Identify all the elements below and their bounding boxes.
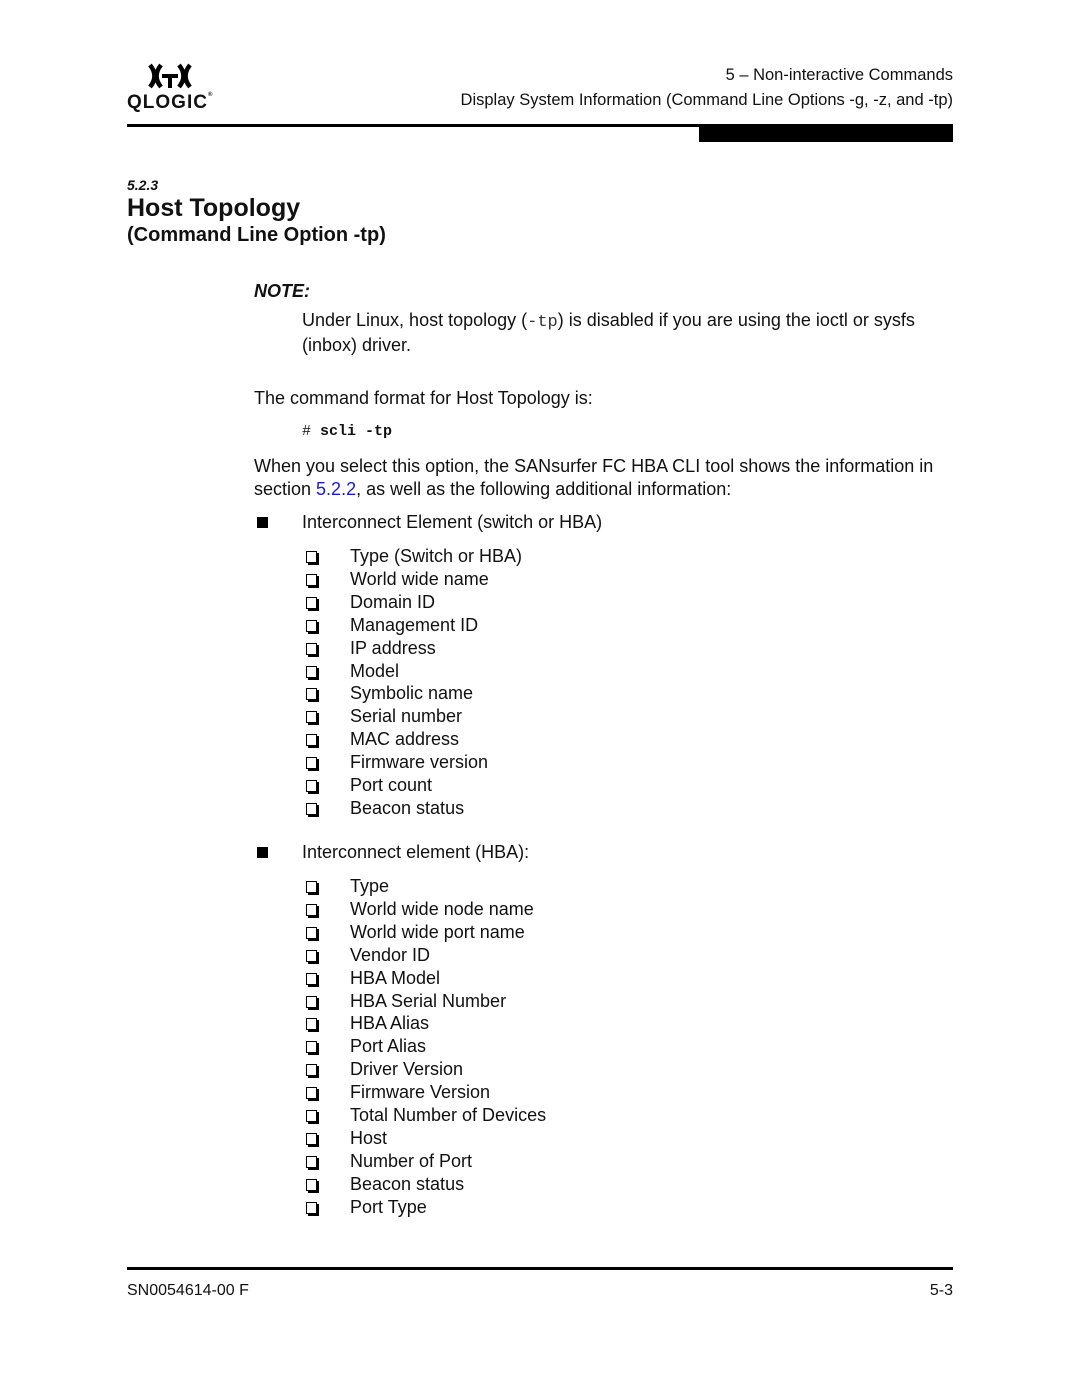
list-item-label: Port Alias xyxy=(350,1036,427,1057)
list-item-label: HBA Serial Number xyxy=(350,990,507,1011)
checkbox-bullet-icon xyxy=(306,642,317,655)
section-link[interactable]: 5.2.2 xyxy=(316,479,356,499)
checkbox-bullet-icon xyxy=(306,619,317,632)
checkbox-bullet-icon xyxy=(306,780,317,792)
checkbox-bullet-icon xyxy=(306,881,317,893)
command-prompt: # xyxy=(302,423,312,440)
list-item-label: Beacon status xyxy=(350,797,465,818)
list-item-label: Port Type xyxy=(350,1196,427,1217)
note-code: -tp xyxy=(527,313,558,332)
footer-page-number: 5-3 xyxy=(929,1282,953,1299)
footer-doc-id: SN0054614-00 F xyxy=(127,1282,249,1299)
checkbox-bullet-icon xyxy=(306,734,317,747)
qlogic-logo-text: QLOGIC® xyxy=(127,92,213,114)
list-heading-label: Interconnect Element (switch or HBA) xyxy=(302,512,603,532)
checkbox-bullet-icon xyxy=(306,1041,317,1054)
list-item-label: Number of Port xyxy=(350,1150,473,1171)
checkbox-bullet-icon xyxy=(306,1201,317,1214)
header-section: Display System Information (Command Line… xyxy=(460,91,953,109)
checkbox-bullet-icon xyxy=(306,1110,317,1122)
list-heading-label: Interconnect element (HBA): xyxy=(302,842,530,862)
checkbox-bullet-icon xyxy=(306,1155,317,1168)
checkbox-bullet-icon xyxy=(306,665,317,678)
checkbox-bullet-icon xyxy=(306,1132,317,1145)
list-item-label: Port count xyxy=(350,775,433,795)
note-text: Under Linux, host topology (-tp) is disa… xyxy=(302,309,942,357)
list-item-label: Type xyxy=(350,876,390,896)
list-item-label: World wide name xyxy=(350,568,489,589)
list-item-label: Driver Version xyxy=(350,1059,464,1080)
page-title: Host Topology xyxy=(127,194,301,222)
square-bullet-icon xyxy=(257,847,268,858)
checkbox-bullet-icon xyxy=(306,596,317,609)
checkbox-bullet-icon xyxy=(306,1087,317,1100)
list-item-label: World wide node name xyxy=(350,898,534,919)
list-item-label: Firmware Version xyxy=(350,1082,491,1103)
checkbox-bullet-icon xyxy=(306,802,317,815)
logo-wordmark: QLOGIC xyxy=(127,92,208,113)
checkbox-bullet-icon xyxy=(306,573,317,586)
page-subtitle: (Command Line Option -tp) xyxy=(127,224,386,246)
list-item-label: Type (Switch or HBA) xyxy=(350,546,523,566)
checkbox-bullet-icon xyxy=(306,1064,317,1077)
qlogic-logo-icon xyxy=(148,63,192,89)
list-item-label: Model xyxy=(350,660,400,681)
checkbox-bullet-icon xyxy=(306,757,317,770)
checkbox-bullet-icon xyxy=(306,1018,317,1031)
list-item-label: Serial number xyxy=(350,706,463,727)
list-item-label: MAC address xyxy=(350,729,460,750)
checkbox-bullet-icon xyxy=(306,551,317,563)
checkbox-bullet-icon xyxy=(306,711,317,724)
checkbox-bullet-icon xyxy=(306,972,317,985)
registered-mark: ® xyxy=(207,92,214,98)
note-text-before: Under Linux, host topology ( xyxy=(302,310,528,330)
list-item-label: Beacon status xyxy=(350,1173,465,1194)
header-rule-block xyxy=(699,126,953,142)
note-label: NOTE: xyxy=(254,281,310,301)
list-item-label: Total Number of Devices xyxy=(350,1105,547,1125)
checkbox-bullet-icon xyxy=(306,1178,317,1191)
footer-rule xyxy=(127,1267,953,1270)
list-item-label: HBA Model xyxy=(350,967,441,988)
list-item-label: HBA Alias xyxy=(350,1013,430,1034)
list-item-label: IP address xyxy=(350,637,436,658)
list-item-label: Management ID xyxy=(350,614,479,635)
square-bullet-icon xyxy=(257,517,268,528)
checkbox-bullet-icon xyxy=(306,926,317,939)
list-item-label: Firmware version xyxy=(350,752,489,773)
list-item-label: World wide port name xyxy=(350,921,525,942)
list-item-label: Vendor ID xyxy=(350,944,431,965)
list-item-label: Domain ID xyxy=(350,591,436,612)
checkbox-bullet-icon xyxy=(306,688,317,701)
list-item-label: Symbolic name xyxy=(350,683,474,704)
header-chapter: 5 – Non-interactive Commands xyxy=(725,66,953,84)
command-example: # scli -tp xyxy=(302,423,392,440)
list-item-label: Host xyxy=(350,1127,388,1148)
format-intro: The command format for Host Topology is: xyxy=(254,388,593,408)
checkbox-bullet-icon xyxy=(306,995,317,1008)
checkbox-bullet-icon xyxy=(306,949,317,962)
description-after: , as well as the following additional in… xyxy=(356,479,732,499)
section-number: 5.2.3 xyxy=(127,177,159,193)
command-text: scli -tp xyxy=(320,423,393,440)
checkbox-bullet-icon xyxy=(306,903,317,916)
description: When you select this option, the SANsurf… xyxy=(254,455,934,501)
